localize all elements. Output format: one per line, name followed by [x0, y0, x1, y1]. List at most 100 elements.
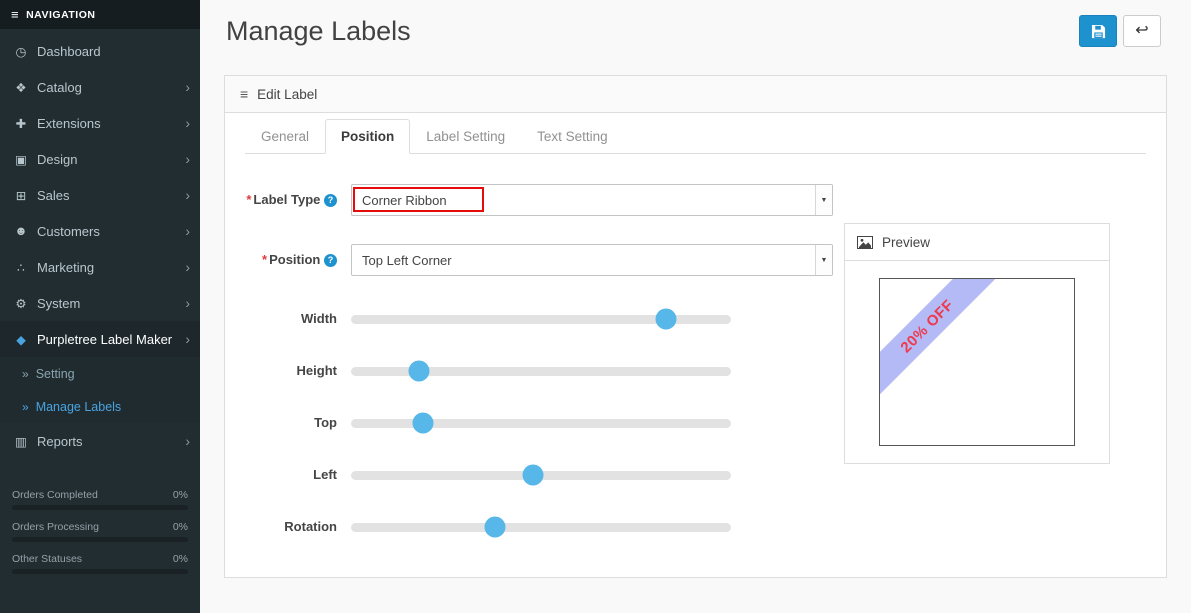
- sidebar-navigation-header[interactable]: ≡ NAVIGATION: [0, 0, 200, 29]
- help-icon[interactable]: ?: [324, 254, 337, 268]
- save-icon: [1091, 24, 1105, 38]
- required-marker: *: [262, 252, 268, 268]
- position-label-text: Position: [269, 252, 321, 268]
- sidebar-subitem-setting[interactable]: » Setting: [0, 357, 200, 390]
- chevron-right-icon: ›: [185, 295, 190, 311]
- stat-label: Other Statuses: [12, 553, 83, 565]
- form-row-position: * Position ? Top Left Corner ▼: [245, 244, 860, 276]
- sidebar-item-label: Design: [37, 151, 78, 167]
- height-slider-track[interactable]: [351, 360, 731, 382]
- preview-body: 20% OFF: [845, 261, 1109, 463]
- user-icon: ☻: [14, 224, 28, 238]
- sidebar-item-purpletree-label-maker[interactable]: ◆ Purpletree Label Maker ›: [0, 321, 200, 357]
- tag-icon: ◆: [16, 332, 26, 347]
- tab-general[interactable]: General: [245, 119, 325, 154]
- width-slider-handle[interactable]: [655, 308, 677, 330]
- position-label: * Position ?: [245, 250, 337, 270]
- tab-text-setting[interactable]: Text Setting: [521, 119, 624, 154]
- progress-bar: [12, 505, 188, 510]
- sidebar-item-reports[interactable]: ▥ Reports ›: [0, 423, 200, 459]
- sidebar-item-label: Customers: [37, 223, 100, 239]
- label-type-label-text: Label Type: [253, 192, 321, 208]
- stat-label: Orders Processing: [12, 521, 99, 533]
- preview-title: Preview: [882, 234, 931, 250]
- double-angle-icon: »: [22, 366, 29, 381]
- ribbon-text: 20% OFF: [897, 296, 957, 356]
- tags-icon: ❖: [15, 80, 27, 95]
- dashboard-icon: ◷: [15, 44, 27, 59]
- sidebar-subitem-manage-labels[interactable]: » Manage Labels: [0, 390, 200, 423]
- rotation-slider-handle[interactable]: [484, 516, 506, 538]
- header-actions: ↩: [1079, 12, 1161, 47]
- stat-value: 0%: [172, 553, 188, 565]
- hamburger-icon: ≡: [11, 7, 20, 22]
- sidebar-item-label: Marketing: [37, 259, 95, 275]
- sidebar-item-label: Purpletree Label Maker: [37, 331, 173, 347]
- sidebar-item-system[interactable]: ⚙ System ›: [0, 285, 200, 321]
- position-select[interactable]: Top Left Corner ▼: [351, 244, 833, 276]
- puzzle-icon: ✚: [15, 116, 27, 131]
- sidebar-item-label: System: [37, 295, 81, 311]
- position-selected-value: Top Left Corner: [362, 252, 452, 268]
- sidebar-item-label: Sales: [37, 187, 70, 203]
- preview-panel: Preview 20% OFF: [844, 223, 1110, 464]
- label-type-label: * Label Type ?: [245, 190, 337, 210]
- sidebar-header-label: NAVIGATION: [26, 8, 96, 21]
- tab-bar: General Position Label Setting Text Setting: [245, 119, 1146, 154]
- chevron-right-icon: ›: [185, 151, 190, 167]
- label-type-select[interactable]: Corner Ribbon ▼: [351, 184, 833, 216]
- tab-position[interactable]: Position: [325, 119, 411, 154]
- left-slider-track[interactable]: [351, 464, 731, 486]
- height-slider-handle[interactable]: [408, 360, 430, 382]
- sidebar-item-extensions[interactable]: ✚ Extensions ›: [0, 105, 200, 141]
- sidebar-item-dashboard[interactable]: ◷ Dashboard: [0, 33, 200, 69]
- bar-chart-icon: ▥: [15, 434, 27, 449]
- sidebar: ≡ NAVIGATION ◷ Dashboard ❖ Catalog › ✚ Extensi…: [0, 0, 200, 613]
- sidebar-stat: Other Statuses 0%: [12, 553, 188, 574]
- sidebar-stat: Orders Completed 0%: [12, 489, 188, 510]
- chevron-right-icon: ›: [185, 223, 190, 239]
- rotation-slider-track[interactable]: [351, 516, 731, 538]
- back-button[interactable]: ↩: [1123, 15, 1161, 47]
- top-slider-label: Top: [314, 415, 337, 431]
- cart-icon: ⊞: [15, 188, 27, 203]
- chevron-right-icon: ›: [185, 115, 190, 131]
- help-icon[interactable]: ?: [324, 194, 337, 208]
- sidebar-item-marketing[interactable]: ∴ Marketing ›: [0, 249, 200, 285]
- chevron-right-icon: ›: [185, 259, 190, 275]
- sidebar-item-customers[interactable]: ☻ Customers ›: [0, 213, 200, 249]
- sidebar-menu: ◷ Dashboard ❖ Catalog › ✚ Extensions › ▣ Design › ⊞…: [0, 29, 200, 459]
- sidebar-stats: Orders Completed 0% Orders Processing 0% Oth…: [0, 489, 200, 585]
- double-angle-icon: »: [22, 399, 29, 414]
- chevron-right-icon: ›: [185, 79, 190, 95]
- sidebar-item-label: Dashboard: [37, 43, 101, 59]
- left-slider-handle[interactable]: [522, 464, 544, 486]
- label-preview-box: 20% OFF: [879, 278, 1075, 446]
- top-slider-track[interactable]: [351, 412, 731, 434]
- sidebar-item-design[interactable]: ▣ Design ›: [0, 141, 200, 177]
- progress-bar: [12, 537, 188, 542]
- form-row-width: Width: [245, 304, 860, 334]
- sidebar-item-label: Catalog: [37, 79, 82, 95]
- top-slider-handle[interactable]: [412, 412, 434, 434]
- required-marker: *: [246, 192, 252, 208]
- main-content: Manage Labels ↩ ≡ Edit Label General Pos…: [200, 0, 1191, 613]
- panel-title: Edit Label: [257, 86, 318, 102]
- stat-value: 0%: [172, 521, 188, 533]
- tab-label-setting[interactable]: Label Setting: [410, 119, 521, 154]
- width-slider-track[interactable]: [351, 308, 731, 330]
- dropdown-arrow-icon: ▼: [815, 245, 832, 275]
- rotation-slider-label: Rotation: [284, 519, 337, 535]
- panel-body: General Position Label Setting Text Setting…: [225, 113, 1166, 577]
- sidebar-item-sales[interactable]: ⊞ Sales ›: [0, 177, 200, 213]
- dropdown-arrow-icon: ▼: [815, 185, 832, 215]
- save-button[interactable]: [1079, 15, 1117, 47]
- sidebar-item-catalog[interactable]: ❖ Catalog ›: [0, 69, 200, 105]
- label-type-selected-value: Corner Ribbon: [362, 192, 447, 208]
- form-row-label-type: * Label Type ? Corner Ribbon ▼: [245, 184, 860, 216]
- page-header: Manage Labels ↩: [200, 0, 1191, 75]
- page-title: Manage Labels: [226, 16, 411, 46]
- preview-heading: Preview: [845, 224, 1109, 261]
- sidebar-item-label: Reports: [37, 433, 83, 449]
- sliders-group: Width Height Top Left Rotation: [245, 304, 860, 542]
